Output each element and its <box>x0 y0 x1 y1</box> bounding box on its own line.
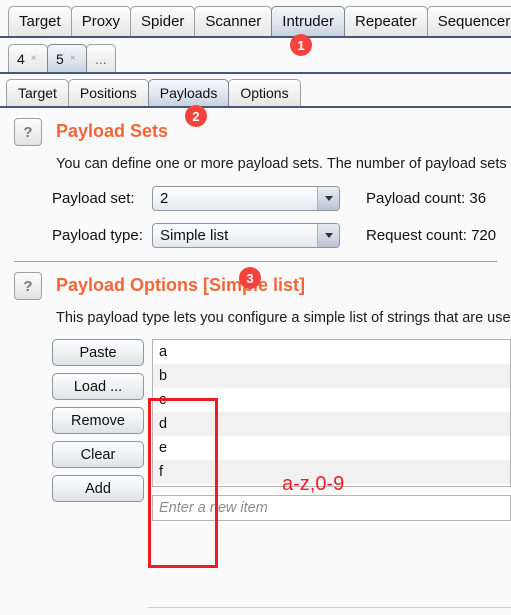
add-button[interactable]: Add <box>52 475 144 502</box>
list-item[interactable]: c <box>153 388 510 412</box>
payload-options-panel: ? Payload Options [Simple list] This pay… <box>0 262 511 521</box>
main-tab-proxy[interactable]: Proxy <box>70 6 132 36</box>
attack-tab-4-label: 4 <box>17 50 25 67</box>
main-tab-spider-label: Spider <box>141 13 185 30</box>
bottom-divider <box>148 607 511 608</box>
main-tab-intruder[interactable]: Intruder <box>271 6 345 36</box>
payload-set-label: Payload set: <box>52 190 135 207</box>
sub-tab-positions-label: Positions <box>79 85 137 101</box>
burp-intruder-window: Target Proxy Spider Scanner Intruder Rep… <box>0 0 511 615</box>
attack-tab-5-label: 5 <box>56 50 64 67</box>
payload-list-editor: Paste Load ... Remove Clear Add a b c d … <box>52 339 511 521</box>
main-tab-scanner-label: Scanner <box>205 13 262 30</box>
payload-count-value: 36 <box>469 190 487 207</box>
attack-tab-5[interactable]: 5 × <box>47 44 87 72</box>
main-tab-bar: Target Proxy Spider Scanner Intruder Rep… <box>0 0 511 38</box>
request-count-value: 720 <box>471 227 497 244</box>
payload-list[interactable]: a b c d e f <box>152 339 511 487</box>
payload-options-header: ? Payload Options [Simple list] <box>0 272 511 300</box>
attack-tab-bar: 4 × 5 × ... <box>0 38 511 74</box>
payload-count: Payload count: 36 <box>366 190 486 207</box>
main-tab-target[interactable]: Target <box>8 6 72 36</box>
sub-tab-target[interactable]: Target <box>6 79 69 106</box>
payload-list-buttons: Paste Load ... Remove Clear Add <box>52 339 144 521</box>
main-tab-sequencer[interactable]: Sequencer <box>426 6 511 36</box>
attack-tab-4[interactable]: 4 × <box>8 44 48 72</box>
paste-button[interactable]: Paste <box>52 339 144 366</box>
payload-type-value: Simple list <box>160 227 229 244</box>
payload-sets-title: Payload Sets <box>56 121 169 141</box>
payload-type-dropdown[interactable]: Simple list <box>152 223 340 248</box>
payload-type-label: Payload type: <box>52 227 143 244</box>
payload-set-dropdown[interactable]: 2 <box>152 186 340 211</box>
new-item-input[interactable] <box>152 495 511 521</box>
list-item[interactable]: a <box>153 340 510 364</box>
main-tab-spider[interactable]: Spider <box>130 6 196 36</box>
close-icon[interactable]: × <box>31 53 37 64</box>
question-mark-icon[interactable]: ? <box>14 272 42 300</box>
load-button[interactable]: Load ... <box>52 373 144 400</box>
chevron-down-icon[interactable] <box>317 224 339 247</box>
main-tab-target-label: Target <box>19 13 61 30</box>
payload-sets-description: You can define one or more payload sets.… <box>56 156 511 172</box>
sub-tab-positions[interactable]: Positions <box>67 79 149 106</box>
payload-set-row: Payload set: 2 Payload count: 36 <box>52 186 511 211</box>
intruder-sub-tab-bar: Target Positions Payloads Options <box>0 74 511 108</box>
main-tab-repeater-label: Repeater <box>354 13 417 30</box>
main-tab-proxy-label: Proxy <box>81 13 121 30</box>
sub-tab-target-label: Target <box>18 85 57 101</box>
clear-button[interactable]: Clear <box>52 441 144 468</box>
list-item[interactable]: f <box>153 460 510 484</box>
main-tab-intruder-label: Intruder <box>282 13 334 30</box>
request-count-label: Request count: <box>366 227 467 244</box>
main-tab-sequencer-label: Sequencer <box>437 13 511 30</box>
sub-tab-options[interactable]: Options <box>228 79 301 106</box>
chevron-down-icon[interactable] <box>317 187 339 210</box>
ellipsis-icon: ... <box>95 50 107 67</box>
payload-options-description: This payload type lets you configure a s… <box>56 310 511 326</box>
sub-tab-payloads-label: Payloads <box>159 85 218 101</box>
payload-type-row: Payload type: Simple list Request count:… <box>52 223 511 248</box>
payload-count-label: Payload count: <box>366 190 466 207</box>
payload-sets-header: ? Payload Sets <box>0 118 511 146</box>
request-count: Request count: 720 <box>366 227 496 244</box>
sub-tab-payloads[interactable]: Payloads <box>147 79 230 106</box>
list-item[interactable]: e <box>153 436 510 460</box>
list-item[interactable]: d <box>153 412 510 436</box>
question-mark-icon[interactable]: ? <box>14 118 42 146</box>
main-tab-repeater[interactable]: Repeater <box>343 6 428 36</box>
payload-options-title: Payload Options [Simple list] <box>56 275 306 295</box>
remove-button[interactable]: Remove <box>52 407 144 434</box>
payload-set-value: 2 <box>160 190 169 207</box>
main-tab-scanner[interactable]: Scanner <box>194 6 273 36</box>
close-icon[interactable]: × <box>70 53 76 64</box>
attack-tab-new[interactable]: ... <box>86 44 116 72</box>
sub-tab-options-label: Options <box>240 85 289 101</box>
payload-list-wrapper: a b c d e f <box>152 339 511 521</box>
payload-sets-panel: ? Payload Sets You can define one or mor… <box>0 108 511 248</box>
list-item[interactable]: b <box>153 364 510 388</box>
